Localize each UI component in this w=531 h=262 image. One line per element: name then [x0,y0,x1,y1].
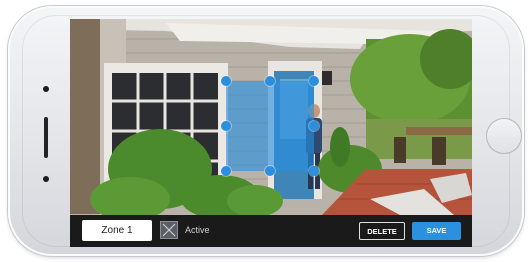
proximity-sensor-icon [43,176,49,182]
zone-handle-top-middle[interactable] [265,76,275,86]
x-mark-icon [162,223,176,237]
zone-handle-middle-left[interactable] [221,121,231,131]
zone-handle-bottom-middle[interactable] [265,166,275,176]
active-label: Active [185,225,210,235]
app-screen: Zone 1 Active DELETE SAVE [70,19,472,247]
zone-handle-bottom-right[interactable] [309,166,319,176]
front-camera-icon [43,86,49,92]
zone-handle-bottom-left[interactable] [221,166,231,176]
zone-handle-top-left[interactable] [221,76,231,86]
delete-button[interactable]: DELETE [359,222,405,240]
zone-toolbar: Zone 1 Active DELETE SAVE [70,215,472,247]
active-checkbox[interactable] [160,221,178,239]
save-button[interactable]: SAVE [412,222,461,240]
zone-handle-middle-right[interactable] [309,121,319,131]
earpiece-speaker-icon [44,117,48,158]
zone-name-field[interactable]: Zone 1 [82,220,152,241]
zone-handle-top-right[interactable] [309,76,319,86]
home-button[interactable] [486,118,522,154]
motion-zone-overlay[interactable] [226,81,314,171]
